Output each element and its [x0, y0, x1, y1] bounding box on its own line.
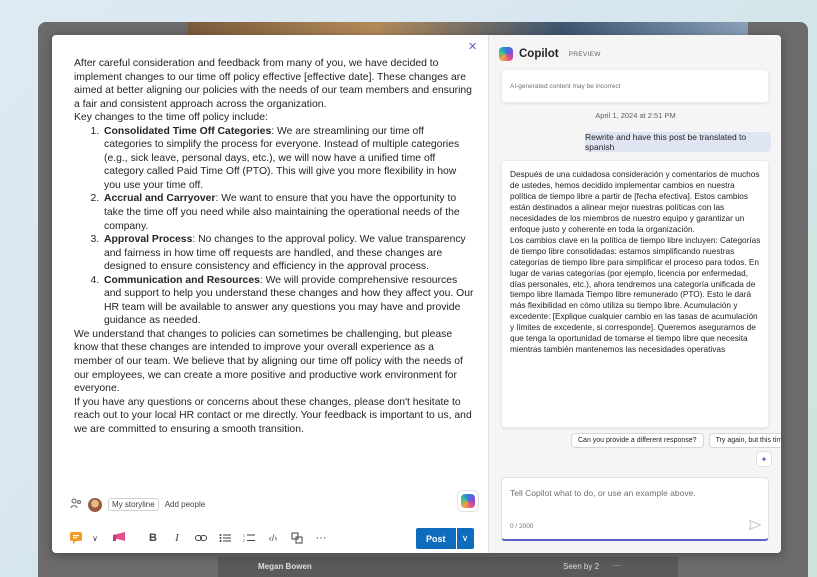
list-item-title: Communication and Resources — [104, 274, 260, 286]
copilot-response-card[interactable]: Después de una cuidadosa consideración y… — [501, 160, 769, 428]
italic-button[interactable]: I — [170, 529, 184, 547]
copilot-prompt-placeholder: Tell Copilot what to do, or use an examp… — [510, 488, 696, 498]
background-more-icon: ··· — [613, 561, 621, 570]
background-author-name: Megan Bowen — [258, 562, 312, 571]
svg-text:2: 2 — [243, 539, 245, 543]
list-item-title: Approval Process — [104, 234, 193, 246]
response-fade — [502, 411, 768, 427]
copilot-prompt-box[interactable]: Tell Copilot what to do, or use an examp… — [501, 477, 769, 541]
bullet-list-icon[interactable] — [218, 529, 232, 547]
add-people-button[interactable]: Add people — [165, 500, 205, 509]
list-item: Communication and Resources: We will pro… — [102, 274, 474, 328]
user-message: Rewrite and have this post be translated… — [585, 132, 771, 152]
chevron-down-icon[interactable]: ∨ — [88, 529, 102, 547]
send-icon[interactable] — [748, 519, 762, 533]
copilot-response-text: Después de una cuidadosa consideración y… — [510, 170, 761, 355]
editor-pane: ✕ After careful consideration and feedba… — [52, 35, 488, 553]
post-key-changes: Key changes to the time off policy inclu… — [74, 112, 268, 124]
list-item: Accrual and Carryover: We want to ensure… — [102, 192, 474, 233]
prompt-guide-sparkle-icon[interactable]: ✦ — [756, 451, 772, 467]
post-button-group: Post ∨ — [416, 528, 474, 549]
previous-response-card: AI-generated content may be incorrect — [501, 69, 769, 103]
sticker-icon[interactable] — [112, 529, 126, 547]
background-post-footer: Megan Bowen Seen by 2 ··· — [218, 557, 678, 577]
avatar — [88, 497, 102, 512]
ai-disclaimer: AI-generated content may be incorrect — [510, 83, 621, 90]
copilot-button[interactable] — [457, 490, 479, 512]
loop-icon[interactable] — [290, 529, 304, 547]
message-timestamp: April 1, 2024 at 2:51 PM — [595, 111, 676, 120]
suggestion-chip-different-response[interactable]: Can you provide a different response? — [571, 433, 704, 448]
list-item-title: Consolidated Time Off Categories — [104, 125, 272, 137]
post-button[interactable]: Post — [416, 528, 456, 549]
more-options-icon[interactable]: ··· — [314, 529, 328, 547]
post-paragraph-3: If you have any questions or concerns ab… — [74, 396, 472, 435]
post-intro: After careful consideration and feedback… — [74, 58, 472, 110]
audience-row: My storyline Add people — [70, 497, 205, 512]
link-icon[interactable] — [194, 529, 208, 547]
close-icon[interactable]: ✕ — [468, 40, 477, 53]
copilot-icon — [461, 494, 475, 508]
preview-badge: PREVIEW — [568, 50, 601, 58]
emoji-icon[interactable] — [70, 529, 84, 547]
post-editor-dialog: ✕ After careful consideration and feedba… — [52, 35, 781, 553]
copilot-header: Copilot PREVIEW — [499, 47, 601, 61]
numbered-list-icon[interactable]: 12 — [242, 529, 256, 547]
background-banner — [188, 22, 748, 36]
code-icon[interactable]: ‹/› — [266, 529, 280, 547]
changes-list: Consolidated Time Off Categories: We are… — [102, 125, 474, 328]
copilot-logo-icon — [499, 47, 513, 61]
post-body-editor[interactable]: After careful consideration and feedback… — [74, 57, 474, 436]
copilot-pane: Copilot PREVIEW AI-generated content may… — [488, 35, 781, 553]
list-item: Consolidated Time Off Categories: We are… — [102, 125, 474, 193]
character-counter: 0 / 2000 — [510, 523, 534, 530]
bold-button[interactable]: B — [146, 529, 160, 547]
post-paragraph-2: We understand that changes to policies c… — [74, 328, 463, 395]
suggestion-chip-try-again[interactable]: Try again, but this time... — [708, 433, 781, 448]
post-options-chevron-icon[interactable]: ∨ — [455, 528, 474, 549]
storyline-chip[interactable]: My storyline — [108, 498, 159, 511]
svg-text:1: 1 — [243, 534, 245, 538]
background-seen-status: Seen by 2 — [563, 562, 600, 571]
list-item-title: Accrual and Carryover — [104, 193, 216, 205]
copilot-title: Copilot — [519, 48, 559, 60]
list-item: Approval Process: No changes to the appr… — [102, 233, 474, 274]
suggestion-row: Can you provide a different response? Tr… — [571, 433, 781, 448]
people-icon[interactable] — [70, 497, 82, 512]
